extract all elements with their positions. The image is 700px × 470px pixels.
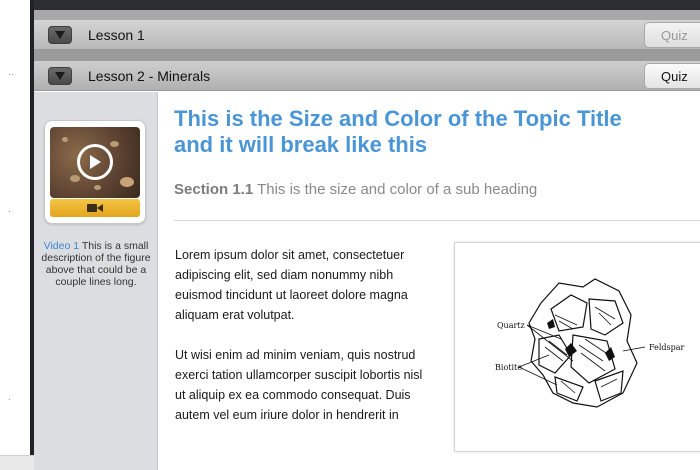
thumbnail-texture [120, 177, 134, 187]
lesson-content: This is the Size and Color of the Topic … [158, 92, 700, 470]
thumbnail-texture [110, 141, 119, 147]
topic-title: This is the Size and Color of the Topic … [174, 106, 700, 158]
sub-heading: Section 1.1 This is the size and color o… [174, 181, 537, 198]
lesson-bar-1[interactable]: Lesson 1 Quiz [34, 20, 700, 50]
media-sidebar: Video 1 This is a small description of t… [34, 92, 158, 470]
lesson-window: Lesson 1 Quiz Lesson 2 - Minerals Quiz V… [34, 10, 700, 470]
section-number: Section 1.1 [174, 181, 254, 198]
triangle-down-icon [55, 30, 65, 39]
figure-label-quartz: Quartz [497, 321, 525, 330]
divider [174, 220, 700, 221]
lesson-bar-separator [34, 10, 700, 20]
video-caption-label[interactable]: Video 1 [44, 240, 79, 252]
collapse-toggle-lesson-2[interactable] [48, 66, 72, 85]
thumbnail-texture [70, 175, 80, 182]
background-dot: ·· [8, 70, 15, 81]
sub-heading-text: This is the size and color of a sub head… [253, 181, 538, 198]
topic-title-line: and it will break like this [174, 132, 428, 157]
quiz-button-lesson-1[interactable]: Quiz [644, 22, 700, 48]
figure-label-feldspar: Feldspar [649, 343, 685, 352]
lesson-title: Lesson 2 - Minerals [88, 67, 211, 84]
video-thumbnail[interactable] [50, 127, 140, 198]
body-text: Lorem ipsum dolor sit amet, consectetuer… [175, 245, 435, 445]
lesson-title: Lesson 1 [88, 26, 145, 43]
figure-label-biotite: Biotite [495, 363, 522, 372]
thumbnail-texture [94, 185, 101, 190]
video-card[interactable] [44, 120, 146, 224]
quiz-button-lesson-2[interactable]: Quiz [644, 63, 700, 89]
figure-image[interactable]: Quartz Biotite Feldspar [454, 242, 700, 452]
video-caption: Video 1 This is a small description of t… [38, 240, 154, 288]
paragraph: Lorem ipsum dolor sit amet, consectetuer… [175, 248, 408, 322]
video-camera-icon [87, 204, 103, 212]
background-dot: · [8, 395, 12, 406]
page: ·· · · Lesson 1 Quiz Lesson 2 - Minerals… [0, 0, 700, 470]
triangle-down-icon [55, 71, 65, 80]
collapse-toggle-lesson-1[interactable] [48, 25, 72, 44]
window-frame-top [30, 0, 700, 10]
background-dot: · [8, 207, 12, 218]
topic-title-line: This is the Size and Color of the Topic … [174, 106, 622, 131]
lesson-bar-separator [34, 50, 700, 61]
play-icon[interactable] [77, 144, 113, 180]
thumbnail-texture [62, 137, 68, 142]
lesson-bar-2[interactable]: Lesson 2 - Minerals Quiz [34, 61, 700, 91]
window-bottom-strip [0, 455, 34, 470]
video-play-bar[interactable] [50, 199, 140, 217]
paragraph: Ut wisi enim ad minim veniam, quis nostr… [175, 348, 423, 422]
